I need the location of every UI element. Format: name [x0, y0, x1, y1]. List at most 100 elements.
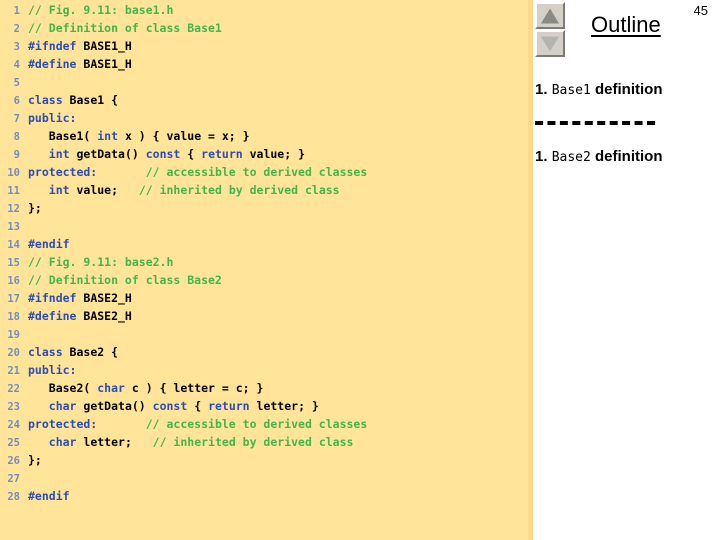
code-line: 16 // Definition of class Base2 [0, 271, 528, 289]
code-line: 11 int value; // inherited by derived cl… [0, 181, 528, 199]
line-number: 13 [7, 221, 20, 233]
line-number: 5 [13, 77, 20, 89]
code-token-plain: getData() [69, 147, 146, 161]
code-line: 4 #define BASE1_H [0, 55, 528, 73]
code-token-plain: BASE1_H [76, 39, 132, 53]
code-token-comment: // accessible to derived classes [145, 165, 368, 179]
code-token-comment: // inherited by derived class [152, 435, 354, 449]
code-line: 13 [0, 217, 528, 235]
line-number: 4 [13, 59, 20, 71]
outline-item-list: 1. Base1 definition 1. Base2 definition [533, 80, 720, 188]
code-line: 18 #define BASE2_H [0, 307, 528, 325]
code-token-pre: #ifndef [28, 291, 77, 305]
code-token-plain: getData() [76, 399, 153, 413]
outline-item[interactable]: 1. Base1 definition [533, 80, 720, 101]
code-token-keyword: class [28, 345, 63, 359]
code-token-plain: letter; [76, 435, 153, 449]
code-token-keyword: char [48, 399, 77, 413]
code-token-pre: #endif [28, 237, 70, 251]
code-line: 27 [0, 469, 528, 487]
outline-item-code: Base2 [551, 150, 591, 165]
code-line: 21 public: [0, 361, 528, 379]
code-token-keyword: char [97, 381, 125, 395]
code-token-plain: { [187, 399, 209, 413]
outline-panel: 45 Outline 1. Base1 definition 1. Base2 d… [533, 0, 720, 540]
code-line: 22 Base2( char c ) { letter = c; } [0, 379, 528, 397]
code-token-plain: Base2( [28, 381, 98, 395]
code-line: 25 char letter; // inherited by derived … [0, 433, 528, 451]
outline-item-text: definition [595, 81, 663, 98]
code-token-comment: // inherited by derived class [138, 183, 340, 197]
code-line: 15 // Fig. 9.11: base2.h [0, 253, 528, 271]
line-number: 18 [7, 311, 20, 323]
code-token-plain: Base2 { [62, 345, 119, 359]
code-line: 6 class Base1 { [0, 91, 528, 109]
line-number: 7 [13, 113, 20, 125]
code-token-plain: }; [28, 453, 42, 467]
line-number: 11 [7, 185, 20, 197]
code-line: 8 Base1( int x ) { value = x; } [0, 127, 528, 145]
code-token-plain: }; [28, 201, 42, 215]
code-token-pre: #define [28, 309, 77, 323]
line-number: 21 [7, 365, 20, 377]
line-number: 16 [7, 275, 20, 287]
code-token-keyword: const [145, 147, 181, 161]
line-number: 14 [7, 239, 20, 251]
code-line: 20 class Base2 { [0, 343, 528, 361]
code-token-keyword: public: [28, 363, 77, 377]
code-token-comment: // Fig. 9.11: base1.h [28, 3, 174, 17]
line-number: 3 [13, 41, 20, 53]
line-number: 9 [13, 149, 20, 161]
code-line: 14 #endif [0, 235, 528, 253]
code-token-keyword: const [152, 399, 188, 413]
code-line: 26}; [0, 451, 528, 469]
code-listing: 1 // Fig. 9.11: base1.h 2 // Definition of … [0, 0, 528, 505]
code-token-plain: x ) { value = x; } [118, 129, 250, 143]
code-token-keyword: return [201, 147, 243, 161]
page-number: 45 [693, 3, 708, 18]
code-line: 28 #endif [0, 487, 528, 505]
outline-item-number: 1. [535, 148, 548, 165]
code-line: 23 char getData() const { return letter;… [0, 397, 528, 415]
code-token-plain: Base1( [28, 129, 98, 143]
outline-item-number: 1. [535, 81, 548, 98]
code-token-plain: value; [69, 183, 139, 197]
code-line: 3 #ifndef BASE1_H [0, 37, 528, 55]
line-number: 15 [7, 257, 20, 269]
code-line: 19 [0, 325, 528, 343]
scroll-up-button[interactable] [535, 2, 565, 29]
outline-item[interactable]: 1. Base2 definition [533, 147, 720, 168]
code-token-plain: BASE1_H [76, 57, 132, 71]
triangle-up-icon [541, 8, 559, 23]
code-line: 5 [0, 73, 528, 91]
line-number: 24 [7, 419, 20, 431]
code-token-plain: c ) { letter = c; } [124, 381, 264, 395]
code-line: 1 // Fig. 9.11: base1.h [0, 1, 528, 19]
code-token-keyword: return [208, 399, 250, 413]
code-token-plain: Base1 { [62, 93, 119, 107]
code-line: 9 int getData() const { return value; } [0, 145, 528, 163]
line-number: 10 [7, 167, 20, 179]
code-line: 24 protected: // accessible to derived cl… [0, 415, 528, 433]
outline-item-text: definition [595, 148, 663, 165]
code-token-plain: BASE2_H [76, 291, 132, 305]
code-token-pre: #define [28, 57, 77, 71]
code-line: 7 public: [0, 109, 528, 127]
outline-item-code: Base1 [551, 83, 591, 98]
scroll-buttons [535, 2, 567, 58]
code-token-pre: #ifndef [28, 39, 77, 53]
line-number: 12 [7, 203, 20, 215]
line-number: 17 [7, 293, 20, 305]
code-token-keyword: protected: [28, 165, 98, 179]
scroll-down-button[interactable] [535, 30, 565, 57]
code-token-keyword: char [48, 435, 77, 449]
line-number: 22 [7, 383, 20, 395]
code-token-keyword: public: [28, 111, 77, 125]
code-token-comment: // Definition of class Base2 [28, 273, 222, 287]
code-line: 10 protected: // accessible to derived cl… [0, 163, 528, 181]
line-number: 23 [7, 401, 20, 413]
outline-separator [535, 121, 655, 125]
